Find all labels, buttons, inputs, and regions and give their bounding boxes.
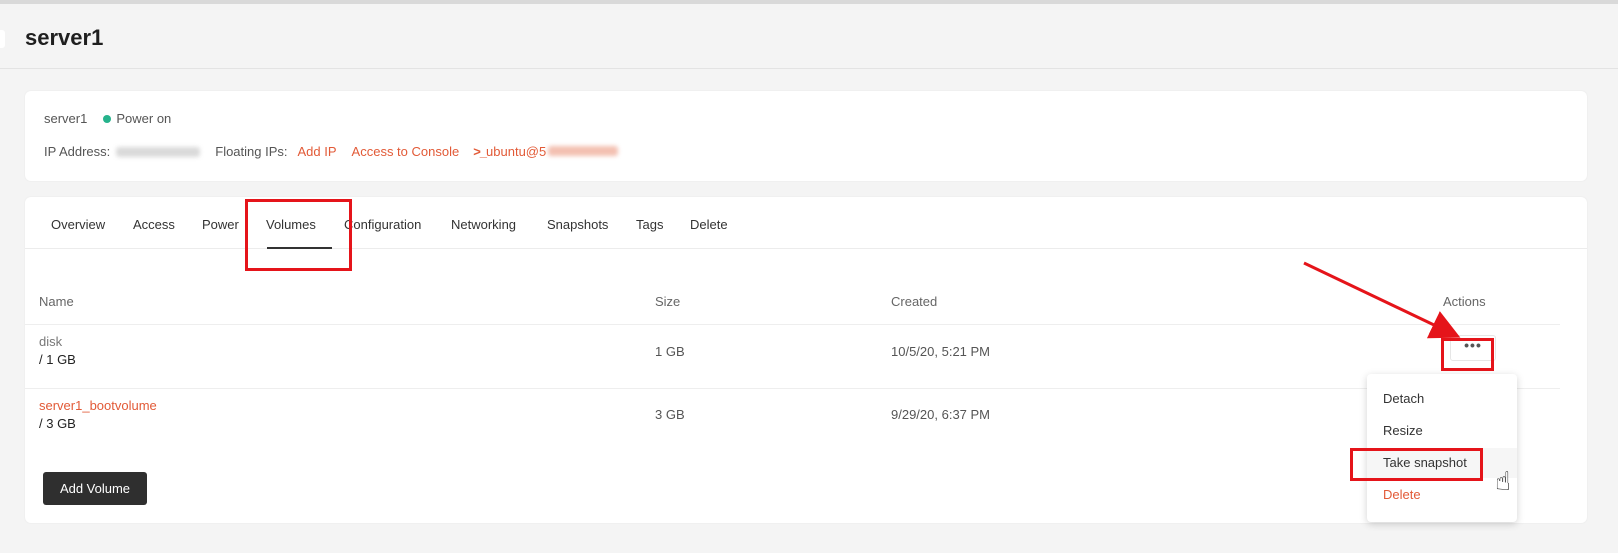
server-status-row: server1 Power on: [44, 111, 171, 126]
tab-overview[interactable]: Overview: [51, 217, 105, 232]
volume-subsize: / 1 GB: [39, 352, 76, 367]
pointing-hand-icon: ☝: [1495, 466, 1511, 496]
add-ip-link[interactable]: Add IP: [298, 144, 337, 159]
actions-dropdown-menu: Detach Resize Take snapshot Delete: [1367, 374, 1517, 522]
volume-size: 3 GB: [655, 407, 685, 422]
terminal-prompt-icon: >_: [473, 144, 487, 159]
ssh-host: 5: [539, 144, 547, 159]
ssh-user: ubuntu@: [486, 144, 540, 159]
volume-name: disk: [39, 334, 63, 349]
tab-tags[interactable]: Tags: [636, 217, 663, 232]
menu-item-detach[interactable]: Detach: [1367, 384, 1517, 414]
sidebar-toggle[interactable]: [0, 30, 5, 48]
server-status: Power on: [116, 111, 172, 126]
tab-volumes[interactable]: Volumes: [266, 217, 316, 232]
tab-access[interactable]: Access: [133, 217, 175, 232]
title-divider: [0, 68, 1618, 69]
column-header-name: Name: [39, 294, 74, 309]
tab-delete[interactable]: Delete: [690, 217, 728, 232]
tab-bar: Overview Access Power Volumes Configurat…: [25, 197, 1587, 249]
server-network-row: IP Address: Floating IPs: Add IP Access …: [44, 144, 619, 159]
tab-snapshots[interactable]: Snapshots: [547, 217, 608, 232]
tab-configuration[interactable]: Configuration: [344, 217, 421, 232]
row-divider: [25, 388, 1560, 389]
ssh-command-link[interactable]: >_ubuntu@5: [473, 144, 619, 159]
floating-ips-label: Floating IPs:: [215, 144, 288, 159]
more-horizontal-icon[interactable]: •••: [1450, 335, 1496, 361]
column-header-created: Created: [891, 294, 938, 309]
volumes-card: Overview Access Power Volumes Configurat…: [25, 197, 1587, 523]
server-info-card: server1 Power on IP Address: Floating IP…: [25, 91, 1587, 181]
tab-power[interactable]: Power: [202, 217, 239, 232]
top-border: [0, 0, 1618, 4]
ip-address-value: [116, 146, 201, 157]
volume-created: 10/5/20, 5:21 PM: [891, 344, 991, 359]
access-console-link[interactable]: Access to Console: [352, 144, 460, 159]
server-name: server1: [44, 111, 88, 126]
status-dot-icon: [103, 114, 112, 123]
tab-networking[interactable]: Networking: [451, 217, 516, 232]
add-volume-button[interactable]: Add Volume: [43, 472, 147, 505]
ip-address-label: IP Address:: [44, 144, 111, 159]
volume-size: 1 GB: [655, 344, 685, 359]
volume-subsize: / 3 GB: [39, 416, 76, 431]
ssh-host-redacted: [548, 146, 619, 156]
menu-item-resize[interactable]: Resize: [1367, 416, 1517, 446]
page-title: server1: [25, 25, 104, 50]
active-tab-indicator: [267, 247, 332, 249]
header-divider: [25, 324, 1560, 325]
column-header-actions: Actions: [1443, 294, 1486, 309]
volume-name-link[interactable]: server1_bootvolume: [39, 398, 157, 413]
volume-created: 9/29/20, 6:37 PM: [891, 407, 991, 422]
column-header-size: Size: [655, 294, 681, 309]
